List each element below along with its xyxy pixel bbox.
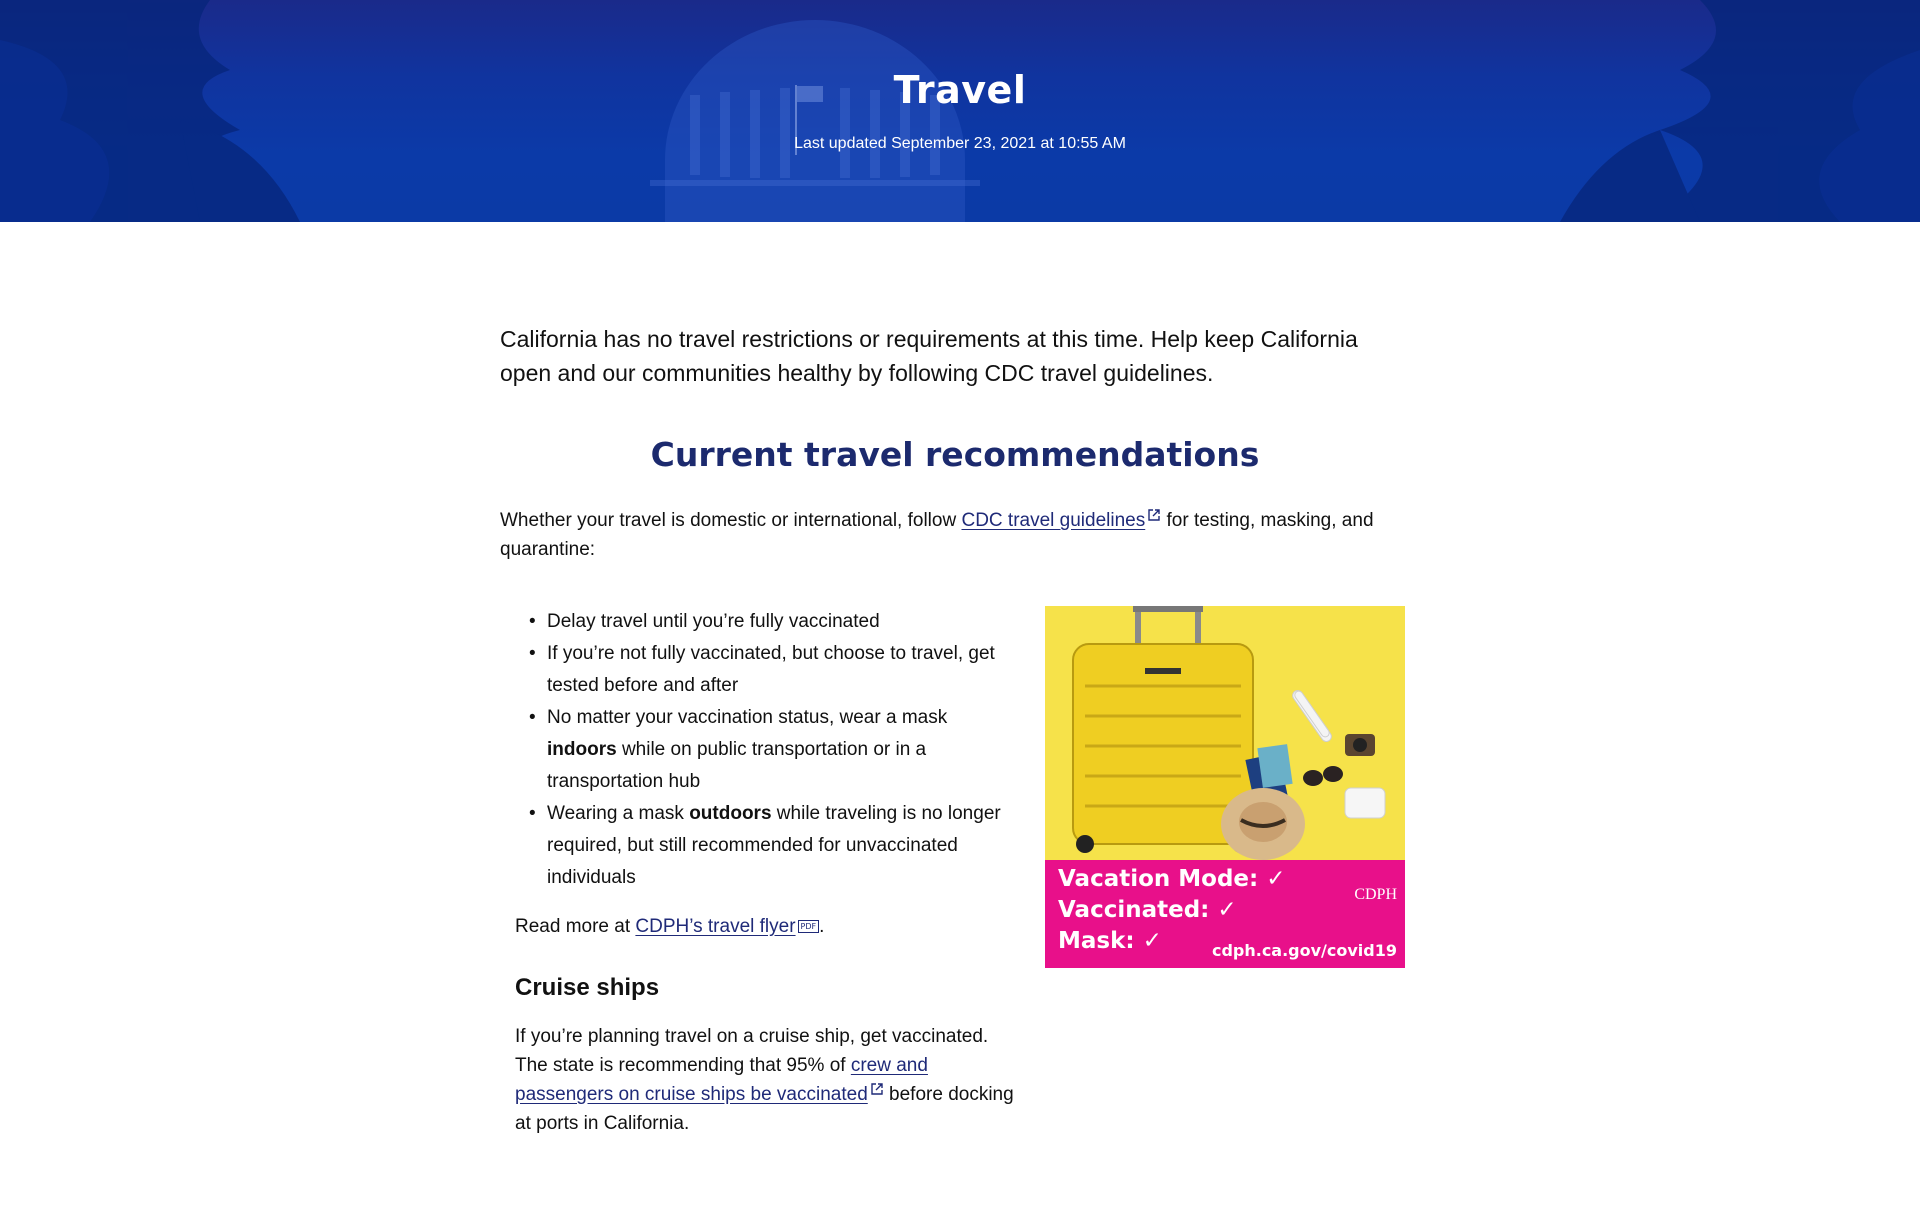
check-icon: ✓	[1266, 866, 1286, 892]
cdph-logo: CDPH	[1354, 886, 1397, 903]
pdf-icon: PDF	[797, 920, 820, 933]
check-icon: ✓	[1217, 897, 1237, 923]
suitcase-illustration	[1072, 606, 1386, 860]
list-item: • If you’re not fully vaccinated, but ch…	[529, 638, 1017, 702]
recommendations-lead: Whether your travel is domestic or inter…	[500, 506, 1410, 564]
list-item-text-before: No matter your vaccination status, wear …	[547, 707, 948, 728]
promo-url: cdph.ca.gov/covid19	[1211, 941, 1397, 960]
cdc-travel-guidelines-link[interactable]: CDC travel guidelines	[961, 510, 1145, 531]
read-more-text: Read more at	[515, 916, 636, 937]
list-item: • Delay travel until you’re fully vaccin…	[529, 606, 1017, 638]
bullet-icon: •	[529, 643, 536, 664]
intro-paragraph: California has no travel restrictions or…	[500, 326, 1358, 386]
list-item: • Wearing a mask outdoors while travelin…	[529, 798, 1017, 894]
emphasis-indoors: indoors	[547, 739, 617, 760]
cruise-ships-heading: Cruise ships	[515, 974, 660, 1001]
last-updated-timestamp: Last updated September 23, 2021 at 10:55…	[794, 135, 1126, 152]
read-more-end: .	[819, 916, 825, 937]
external-link-icon	[1148, 509, 1160, 521]
recommendations-list: • Delay travel until you’re fully vaccin…	[529, 606, 1017, 894]
vacation-mode-promo-image: Vacation Mode: ✓ Vaccinated: ✓ Mask: ✓ CDPH…	[1045, 606, 1405, 968]
page-hero: Travel Last updated September 23, 2021 a…	[0, 0, 1920, 222]
bullet-icon: •	[529, 611, 536, 632]
promo-line-vacation: Vacation Mode: ✓	[1058, 866, 1286, 892]
external-link-icon	[871, 1083, 883, 1095]
list-item-text-before: Wearing a mask	[547, 803, 690, 824]
list-item-text: Delay travel until you’re fully vaccinat…	[547, 611, 880, 632]
promo-banner: Vacation Mode: ✓ Vaccinated: ✓ Mask: ✓ CDPH…	[1045, 860, 1405, 968]
bullet-icon: •	[529, 803, 536, 824]
list-item: • No matter your vaccination status, wea…	[529, 702, 1017, 798]
page-title: Travel	[893, 68, 1027, 112]
section-heading-recommendations: Current travel recommendations	[650, 435, 1260, 474]
travel-items-photo	[1045, 606, 1405, 860]
list-item-text: If you’re not fully vaccinated, but choo…	[547, 643, 995, 696]
emphasis-outdoors: outdoors	[689, 803, 772, 824]
check-icon: ✓	[1142, 928, 1162, 954]
cruise-ships-paragraph: If you’re planning travel on a cruise sh…	[515, 1022, 1015, 1138]
bullet-icon: •	[529, 707, 536, 728]
cdph-travel-flyer-link[interactable]: CDPH’s travel flyer	[635, 916, 795, 937]
read-more-paragraph: Read more at CDPH’s travel flyer PDF.	[515, 912, 1015, 941]
lead-text-before: Whether your travel is domestic or inter…	[500, 510, 962, 531]
promo-line-mask: Mask: ✓	[1058, 928, 1162, 954]
promo-line-vaccinated: Vaccinated: ✓	[1058, 897, 1237, 923]
